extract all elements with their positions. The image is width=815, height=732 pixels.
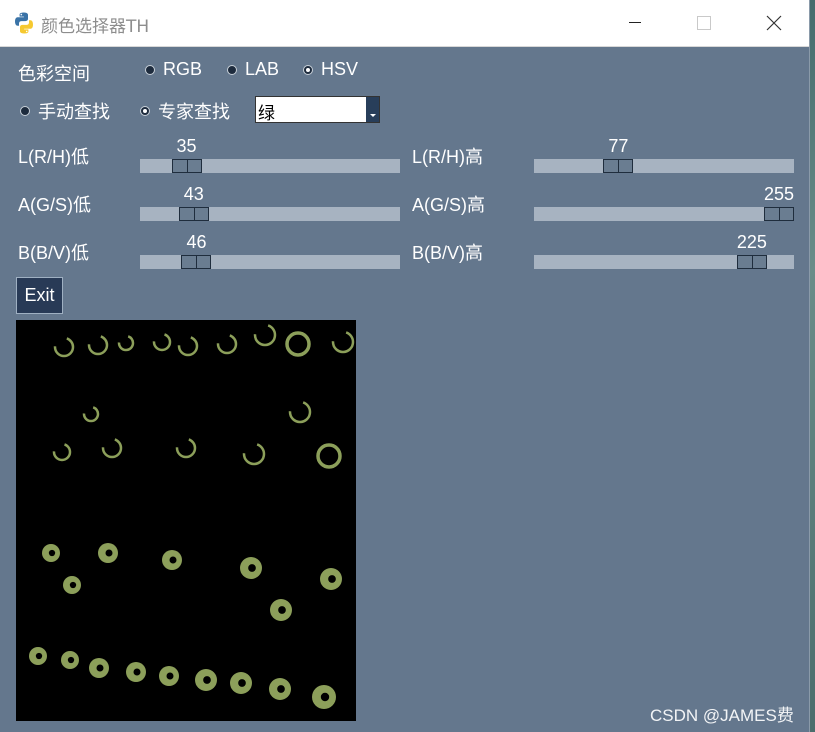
minimize-icon (629, 22, 641, 23)
radio-lab[interactable]: LAB (227, 59, 279, 80)
radio-dot-icon (227, 64, 237, 75)
radio-rgb[interactable]: RGB (145, 59, 202, 80)
mask-preview-image (16, 320, 356, 721)
title-bar: 颜色选择器TH (0, 0, 809, 47)
slider-thumb[interactable] (181, 255, 212, 269)
slider-thumb[interactable] (603, 159, 634, 173)
slider-value-l-high: 77 (608, 136, 629, 156)
minimize-button[interactable] (612, 0, 658, 46)
exit-button[interactable]: Exit (16, 277, 63, 314)
radio-hsv[interactable]: HSV (303, 59, 358, 80)
color-preset-value: 绿 (258, 104, 275, 124)
slider-a-low[interactable] (140, 207, 400, 221)
slider-label-l-high: L(R/H)高 (412, 147, 483, 167)
maximize-button[interactable] (681, 0, 727, 46)
radio-manual-search-label: 手动查找 (38, 102, 110, 123)
radio-dot-selected-icon (303, 64, 313, 75)
slider-label-b-low: B(B/V)低 (18, 243, 90, 263)
color-space-label: 色彩空间 (18, 64, 90, 85)
slider-label-a-high: A(G/S)高 (412, 195, 486, 215)
slider-b-high[interactable] (534, 255, 794, 269)
radio-dot-icon (145, 64, 155, 75)
radio-dot-selected-icon (140, 106, 150, 116)
radio-expert-search-label: 专家查找 (158, 102, 230, 123)
python-logo-icon (15, 12, 33, 34)
window-title: 颜色选择器TH (41, 17, 150, 37)
slider-a-high[interactable] (534, 207, 794, 221)
slider-value-b-low: 46 (186, 232, 207, 252)
slider-l-low[interactable] (140, 159, 400, 173)
slider-label-a-low: A(G/S)低 (18, 195, 92, 215)
slider-value-b-high: 225 (736, 232, 767, 252)
color-preset-select[interactable]: 绿 (255, 96, 380, 124)
slider-label-l-low: L(R/H)低 (18, 147, 89, 167)
close-button[interactable] (751, 0, 797, 46)
slider-value-a-low: 43 (183, 184, 204, 204)
maximize-icon (697, 16, 711, 30)
slider-thumb[interactable] (764, 207, 794, 221)
slider-label-b-high: B(B/V)高 (412, 243, 484, 263)
mask-preview-svg (29, 323, 355, 709)
radio-dot-icon (20, 106, 30, 116)
radio-manual-search[interactable]: 手动查找 (20, 98, 110, 124)
slider-value-l-low: 35 (176, 136, 197, 156)
radio-rgb-label: RGB (163, 59, 203, 79)
slider-thumb[interactable] (178, 207, 209, 221)
radio-lab-label: LAB (245, 59, 280, 79)
app-window: 颜色选择器TH 色彩空间 RGB LAB HSV 手动查找 专家查找 绿 L(R… (0, 0, 810, 732)
slider-b-low[interactable] (140, 255, 400, 269)
slider-thumb[interactable] (171, 159, 202, 173)
slider-thumb[interactable] (736, 255, 767, 269)
slider-value-a-high: 255 (763, 184, 795, 204)
radio-expert-search[interactable]: 专家查找 (140, 98, 230, 124)
radio-hsv-label: HSV (321, 59, 359, 79)
chevron-down-icon[interactable] (366, 97, 379, 122)
close-icon (766, 15, 782, 31)
slider-l-high[interactable] (534, 159, 794, 173)
watermark-text: CSDN @JAMES费 (650, 706, 794, 725)
